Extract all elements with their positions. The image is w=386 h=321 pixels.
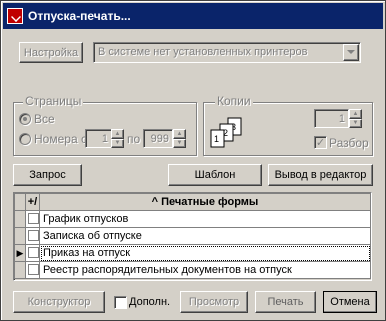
spin-up-icon[interactable]: ▲ <box>173 129 186 139</box>
row-checkbox[interactable] <box>25 210 40 228</box>
copies-count-input[interactable]: 1 <box>314 109 349 128</box>
pages-from-spinner[interactable]: ▲ ▼ <box>111 129 124 148</box>
print-button[interactable]: Печать <box>255 291 316 313</box>
row-checkbox[interactable] <box>25 244 40 262</box>
template-button[interactable]: Шаблон <box>168 164 262 186</box>
collate-pages-icon: 3 2 1 <box>208 117 252 153</box>
table-row[interactable]: Записка об отпуске <box>14 227 371 245</box>
row-name[interactable]: Реестр распорядительных документов на от… <box>39 261 371 279</box>
spin-down-icon[interactable]: ▼ <box>349 118 362 128</box>
output-to-editor-button[interactable]: Вывод в редактор <box>268 164 373 186</box>
window-title: Отпуска-печать... <box>28 9 131 23</box>
row-checkbox[interactable] <box>25 227 40 245</box>
spin-up-icon[interactable]: ▲ <box>349 109 362 119</box>
current-row-indicator-icon: ▶ <box>14 244 26 262</box>
preview-button[interactable]: Просмотр <box>180 291 248 313</box>
check-column-header[interactable]: +/ <box>25 193 40 211</box>
chevron-down-icon <box>347 50 355 54</box>
cancel-button[interactable]: Отмена <box>323 291 377 313</box>
row-name[interactable]: Записка об отпуске <box>39 227 371 245</box>
pages-range-radio[interactable] <box>19 133 31 145</box>
svg-text:1: 1 <box>214 134 219 144</box>
constructor-button[interactable]: Конструктор <box>13 291 105 313</box>
pages-group-label: Страницы <box>23 94 84 108</box>
indicator-header <box>14 193 26 211</box>
copies-group-label: Копии <box>215 94 253 108</box>
printer-select[interactable]: В системе нет установленных принтеров <box>93 42 361 63</box>
printer-select-value: В системе нет установленных принтеров <box>98 46 308 58</box>
row-indicator <box>14 261 26 279</box>
print-forms-table[interactable]: +/ ^ Печатные формы График отпусков Запи… <box>13 192 372 281</box>
printer-setup-button[interactable]: Настройка <box>19 42 83 63</box>
spin-down-icon[interactable]: ▼ <box>111 138 124 148</box>
spin-up-icon[interactable]: ▲ <box>111 129 124 139</box>
spin-down-icon[interactable]: ▼ <box>173 138 186 148</box>
query-button[interactable]: Запрос <box>13 164 82 186</box>
collate-label: Разбор <box>329 136 369 150</box>
row-indicator <box>14 210 26 228</box>
collate-checkbox[interactable]: ✓ <box>314 136 327 149</box>
table-row[interactable]: График отпусков <box>14 210 371 228</box>
dropdown-arrow-button[interactable] <box>343 44 359 61</box>
pages-to-label: по <box>127 132 141 146</box>
name-column-header[interactable]: ^ Печатные формы <box>39 193 371 211</box>
pages-all-radio[interactable] <box>19 113 31 125</box>
table-row[interactable]: Реестр распорядительных документов на от… <box>14 261 371 279</box>
pages-all-label: Все <box>34 112 55 126</box>
row-name[interactable]: Приказ на отпуск <box>39 244 371 262</box>
copies-spinner[interactable]: ▲ ▼ <box>349 109 362 128</box>
pages-from-input[interactable]: 1 <box>85 129 112 148</box>
extra-label: Дополн. <box>129 296 171 308</box>
pages-range-label: Номера с <box>34 132 87 146</box>
extra-checkbox[interactable] <box>114 296 127 309</box>
table-header-row: +/ ^ Печатные формы <box>14 193 371 211</box>
row-indicator <box>14 227 26 245</box>
pages-to-spinner[interactable]: ▲ ▼ <box>173 129 186 148</box>
app-icon <box>7 8 23 24</box>
title-bar[interactable]: Отпуска-печать... <box>3 3 383 29</box>
table-row[interactable]: ▶ Приказ на отпуск <box>14 244 371 262</box>
print-dialog: Отпуска-печать... Настройка В системе не… <box>0 0 386 321</box>
row-checkbox[interactable] <box>25 261 40 279</box>
pages-to-input[interactable]: 999 <box>143 129 173 148</box>
row-name[interactable]: График отпусков <box>39 210 371 228</box>
